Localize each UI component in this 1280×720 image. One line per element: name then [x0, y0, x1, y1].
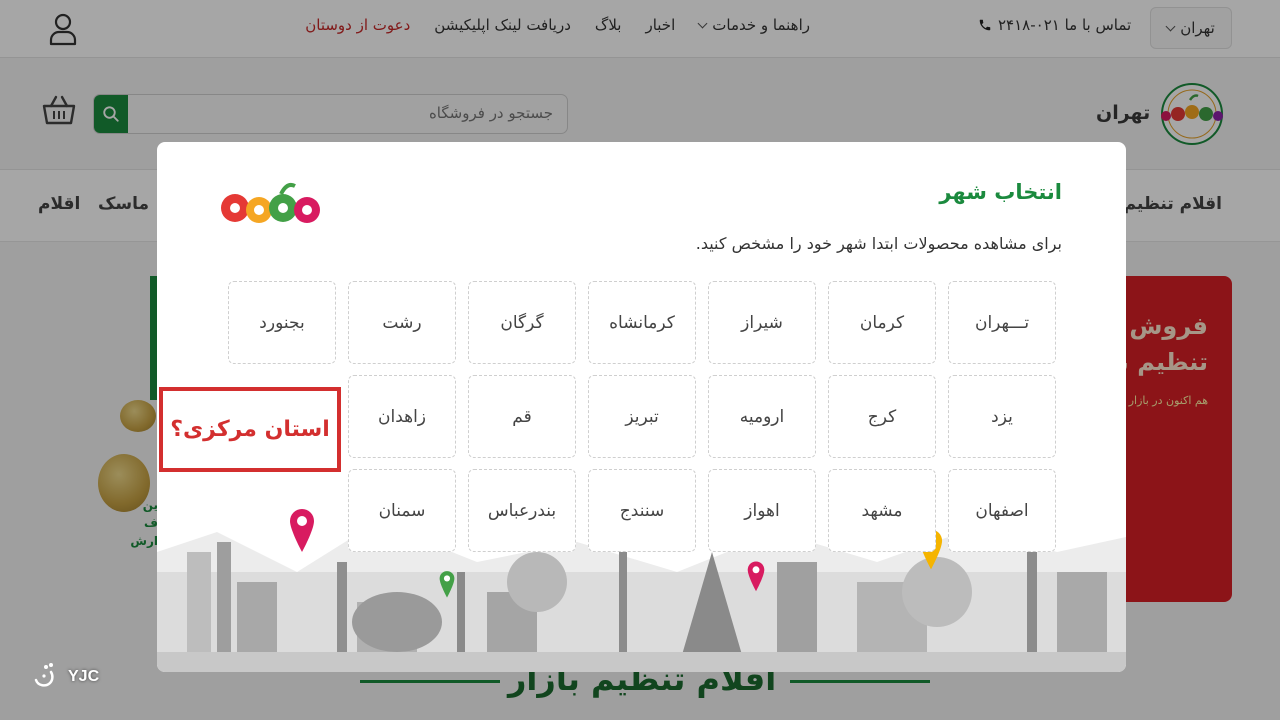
map-pin-icon	[439, 571, 455, 598]
page: تهران تماس با ما ۰۲۱-۲۴۱۸ راهنما و خدمات…	[0, 0, 1280, 720]
city-option[interactable]: سنندج	[588, 469, 696, 552]
yjc-logo-icon	[34, 663, 54, 687]
city-option[interactable]: تـــهران	[948, 281, 1056, 364]
city-option[interactable]: شیراز	[708, 281, 816, 364]
annotation-callout: استان مرکزی؟	[159, 387, 341, 472]
city-option[interactable]: کرمانشاه	[588, 281, 696, 364]
watermark-text: YJC	[68, 668, 100, 685]
city-option[interactable]: زاهدان	[348, 375, 456, 458]
city-option[interactable]: رشت	[348, 281, 456, 364]
city-option[interactable]: بندرعباس	[468, 469, 576, 552]
city-option[interactable]: ارومیه	[708, 375, 816, 458]
city-option[interactable]: کرمان	[828, 281, 936, 364]
city-grid: تـــهران کرمان شیراز کرمانشاه گرگان رشت بجنورد…	[227, 281, 1056, 552]
city-option[interactable]: اصفهان	[948, 469, 1056, 552]
annotation-text: استان مرکزی؟	[170, 417, 330, 442]
watermark: YJC	[30, 662, 99, 692]
city-option[interactable]: بجنورد	[228, 281, 336, 364]
city-option[interactable]: کرج	[828, 375, 936, 458]
city-option[interactable]: سمنان	[348, 469, 456, 552]
city-option[interactable]: گرگان	[468, 281, 576, 364]
brand-logo	[221, 183, 320, 223]
modal-title: انتخاب شهر	[939, 180, 1062, 204]
city-option[interactable]: یزد	[948, 375, 1056, 458]
city-option[interactable]: تبریز	[588, 375, 696, 458]
city-option[interactable]: قم	[468, 375, 576, 458]
city-option[interactable]: مشهد	[828, 469, 936, 552]
modal-subtitle: برای مشاهده محصولات ابتدا شهر خود را مشخ…	[695, 234, 1062, 253]
city-option[interactable]: اهواز	[708, 469, 816, 552]
map-pin-icon	[747, 561, 765, 592]
